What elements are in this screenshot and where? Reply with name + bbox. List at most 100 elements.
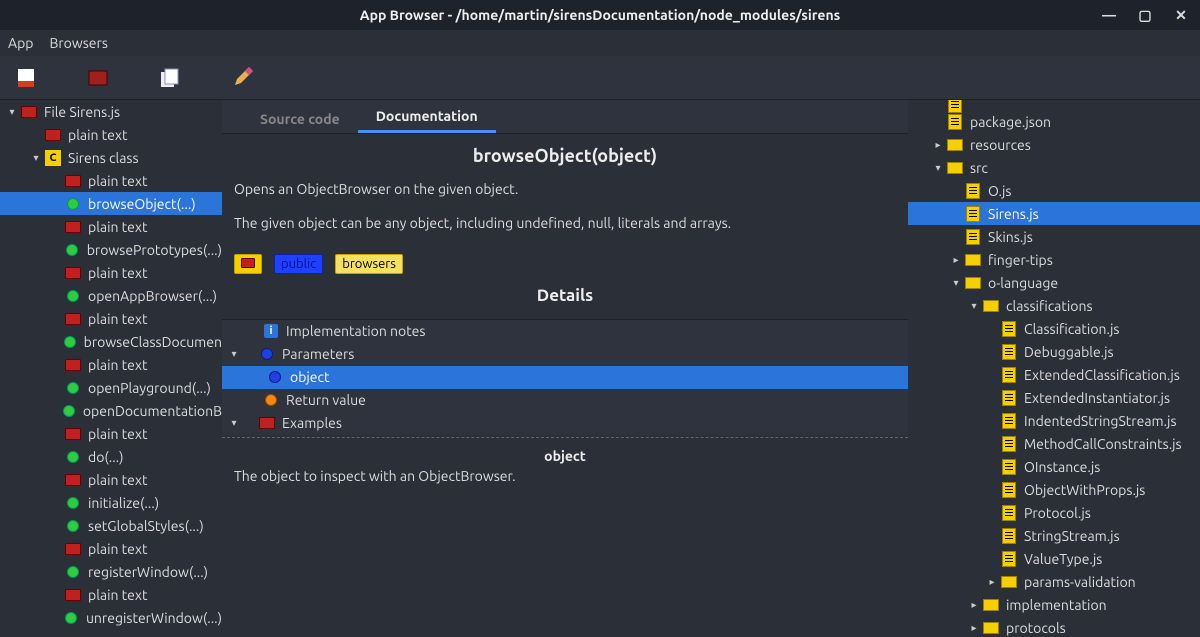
expand-icon[interactable]: ▾ xyxy=(4,106,20,118)
tree-item[interactable]: ▸implementation xyxy=(908,593,1200,616)
tool-pencil-icon[interactable] xyxy=(230,66,254,90)
tree-item[interactable]: setGlobalStyles(...) xyxy=(0,514,222,537)
tree-item[interactable]: openDocumentationB xyxy=(0,399,222,422)
tree-item[interactable]: Sirens.js xyxy=(908,202,1200,225)
tree-item[interactable]: plain text xyxy=(0,468,222,491)
tree-item[interactable]: ▸resources xyxy=(908,133,1200,156)
tree-item[interactable]: ▾CSirens class xyxy=(0,146,222,169)
tree-item[interactable]: ObjectWithProps.js xyxy=(908,478,1200,501)
detail-return-value[interactable]: Return value xyxy=(222,389,908,412)
detail-examples[interactable]: ▾ Examples xyxy=(222,412,908,435)
tree-item[interactable]: ▾o-language xyxy=(908,271,1200,294)
tree-item[interactable]: plain text xyxy=(0,169,222,192)
tree-item[interactable]: browsePrototypes(...) xyxy=(0,238,222,261)
tree-item[interactable]: registerWindow(...) xyxy=(0,560,222,583)
file-icon xyxy=(1000,504,1018,522)
tree-item[interactable]: ▸ finger-tips xyxy=(908,248,1200,271)
expand-icon[interactable]: ▾ xyxy=(966,300,982,312)
expand-icon[interactable]: ▸ xyxy=(948,254,964,266)
tree-item[interactable]: plain text xyxy=(0,537,222,560)
tree-item[interactable]: openAppBrowser(...) xyxy=(0,284,222,307)
tree-item[interactable]: ▾File Sirens.js xyxy=(0,100,222,123)
tree-item[interactable]: ▸protocols xyxy=(908,616,1200,637)
tree-item[interactable] xyxy=(908,100,1200,110)
tree-item[interactable]: plain text xyxy=(0,583,222,606)
tree-item[interactable]: Debuggable.js xyxy=(908,340,1200,363)
expand-icon[interactable]: ▸ xyxy=(966,599,982,611)
tree-item[interactable]: Classification.js xyxy=(908,317,1200,340)
tree-item[interactable]: plain text xyxy=(0,422,222,445)
detail-implementation-notes[interactable]: i Implementation notes xyxy=(222,320,908,343)
tree-item-label: browseObject(...) xyxy=(88,196,196,212)
tree-item-label: IndentedStringStream.js xyxy=(1024,413,1177,429)
tree-item[interactable]: IndentedStringStream.js xyxy=(908,409,1200,432)
menu-browsers[interactable]: Browsers xyxy=(49,35,107,51)
tree-item[interactable]: unregisterWindow(...) xyxy=(0,606,222,629)
tree-item-label: Skins.js xyxy=(988,229,1033,245)
tree-item[interactable]: O.js xyxy=(908,179,1200,202)
tree-item[interactable]: plain text xyxy=(0,307,222,330)
tree-item-label: OInstance.js xyxy=(1024,459,1100,475)
tree-item[interactable]: initialize(...) xyxy=(0,491,222,514)
tree-item-label: ExtendedInstantiator.js xyxy=(1024,390,1170,406)
file-icon xyxy=(1000,320,1018,338)
tree-item[interactable]: plain text xyxy=(0,261,222,284)
tab-documentation[interactable]: Documentation xyxy=(358,100,496,133)
folder-icon xyxy=(946,136,964,154)
param-title: object xyxy=(222,440,908,468)
tree-item[interactable]: ValueType.js xyxy=(908,547,1200,570)
tree-item[interactable]: ▾src xyxy=(908,156,1200,179)
expand-icon[interactable]: ▾ xyxy=(930,162,946,174)
tag-public: public xyxy=(274,254,323,274)
tree-item-label: unregisterWindow(...) xyxy=(86,610,222,626)
class-outline-tree[interactable]: ▾File Sirens.jsplain text▾CSirens classp… xyxy=(0,100,222,637)
expand-icon[interactable]: ▸ xyxy=(984,576,1000,588)
tool-folder-red-icon[interactable] xyxy=(86,66,110,90)
tree-item[interactable]: ▾classifications xyxy=(908,294,1200,317)
tree-item[interactable]: browseObject(...) xyxy=(0,192,222,215)
tree-item[interactable]: MethodCallConstraints.js xyxy=(908,432,1200,455)
menu-app[interactable]: App xyxy=(8,35,33,51)
folder-icon xyxy=(946,159,964,177)
tab-source-code[interactable]: Source code xyxy=(242,103,358,133)
tree-item[interactable]: ExtendedClassification.js xyxy=(908,363,1200,386)
tool-copy-icon[interactable] xyxy=(158,66,182,90)
tree-item[interactable]: ▸params-validation xyxy=(908,570,1200,593)
tree-item-label: plain text xyxy=(88,472,147,488)
tool-file-icon[interactable] xyxy=(14,66,38,90)
file-icon xyxy=(964,228,982,246)
tree-item-label: plain text xyxy=(88,587,147,603)
tree-item[interactable]: Protocol.js xyxy=(908,501,1200,524)
detail-param-object[interactable]: object xyxy=(222,366,908,389)
tree-item[interactable]: OInstance.js xyxy=(908,455,1200,478)
expand-icon[interactable]: ▸ xyxy=(930,139,946,151)
tree-item[interactable]: do(...) xyxy=(0,445,222,468)
file-tree[interactable]: package.json ▸resources▾srcO.jsSirens.js S… xyxy=(908,100,1200,637)
expand-icon[interactable]: ▾ xyxy=(948,277,964,289)
method-icon xyxy=(64,379,82,397)
tree-item-label: browsePrototypes(...) xyxy=(87,242,222,258)
tree-item-label: package.json xyxy=(970,114,1051,130)
expand-icon[interactable]: ▸ xyxy=(966,622,982,634)
tree-item[interactable]: plain text xyxy=(0,123,222,146)
folder-red-icon xyxy=(64,218,82,236)
minimize-icon[interactable]: — xyxy=(1096,4,1122,26)
tree-item[interactable]: Skins.js xyxy=(908,225,1200,248)
tree-item[interactable]: openPlayground(...) xyxy=(0,376,222,399)
expand-icon[interactable]: ▾ xyxy=(28,152,44,164)
detail-parameters[interactable]: ▾ Parameters xyxy=(222,343,908,366)
details-header: Details xyxy=(234,280,896,313)
tree-item[interactable]: plain text xyxy=(0,353,222,376)
maximize-icon[interactable]: ▢ xyxy=(1132,4,1158,26)
tree-item-label: finger-tips xyxy=(988,252,1053,268)
tree-item[interactable]: browseClassDocumen xyxy=(0,330,222,353)
tree-item[interactable]: package.json xyxy=(908,110,1200,133)
tree-item[interactable]: ExtendedInstantiator.js xyxy=(908,386,1200,409)
tree-item[interactable]: StringStream.js xyxy=(908,524,1200,547)
close-icon[interactable]: ✕ xyxy=(1168,4,1194,26)
tree-item-label: ValueType.js xyxy=(1024,551,1102,567)
file-icon xyxy=(1000,481,1018,499)
tree-item[interactable]: plain text xyxy=(0,215,222,238)
details-tree[interactable]: i Implementation notes ▾ Parameters obje… xyxy=(222,319,908,435)
detail-label: Return value xyxy=(286,392,366,408)
